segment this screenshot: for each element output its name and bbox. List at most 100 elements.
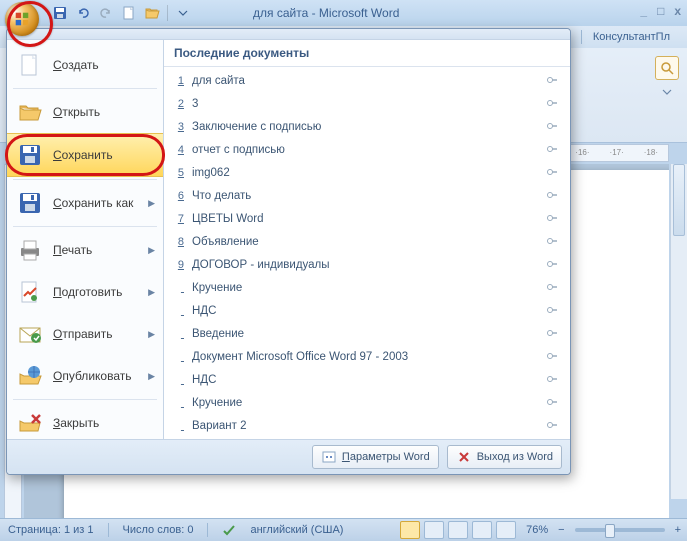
status-page[interactable]: Страница: 1 из 1	[8, 524, 94, 536]
view-full-screen-button[interactable]	[424, 521, 444, 539]
recent-document-item[interactable]: 23	[168, 92, 566, 115]
recent-doc-number	[174, 374, 184, 386]
exit-word-button[interactable]: Выход из Word	[447, 445, 562, 469]
qat-customize-button[interactable]	[173, 3, 193, 23]
zoom-slider-knob[interactable]	[605, 524, 615, 538]
close-window-button[interactable]: x	[674, 4, 681, 18]
recent-doc-number: 6	[174, 190, 184, 202]
pin-button[interactable]	[546, 212, 560, 226]
pin-button[interactable]	[546, 258, 560, 272]
pin-button[interactable]	[546, 120, 560, 134]
zoom-out-button[interactable]: −	[558, 524, 564, 536]
recent-document-item[interactable]: Кручение	[168, 276, 566, 299]
menu-item-save[interactable]: Сохранить	[7, 133, 163, 177]
pin-button[interactable]	[546, 373, 560, 387]
office-button[interactable]	[5, 2, 43, 40]
word-options-button[interactable]: Параметры Word	[312, 445, 439, 469]
qat-save-button[interactable]	[50, 3, 70, 23]
ribbon-tab-consultant[interactable]: КонсультантПл	[586, 28, 677, 46]
pin-icon	[546, 350, 558, 362]
pin-icon	[546, 120, 558, 132]
pin-button[interactable]	[546, 74, 560, 88]
minimize-button[interactable]: _	[640, 4, 647, 18]
recent-document-item[interactable]: 4отчет с подписью	[168, 138, 566, 161]
recent-doc-number	[174, 305, 184, 317]
pin-button[interactable]	[546, 281, 560, 295]
recent-document-item[interactable]: Введение	[168, 322, 566, 345]
chevron-down-icon	[175, 5, 191, 21]
qat-new-button[interactable]	[119, 3, 139, 23]
menu-item-close[interactable]: Закрыть	[7, 402, 163, 444]
recent-document-item[interactable]: Документ Microsoft Office Word 97 - 2003	[168, 345, 566, 368]
menu-item-publish[interactable]: Опубликовать▶	[7, 355, 163, 397]
office-menu-footer: Параметры Word Выход из Word	[7, 439, 570, 474]
recent-document-item[interactable]: Кручение	[168, 391, 566, 414]
pin-button[interactable]	[546, 419, 560, 433]
recent-doc-name: Введение	[192, 328, 538, 340]
statusbar: Страница: 1 из 1 Число слов: 0 английски…	[0, 518, 687, 541]
pin-button[interactable]	[546, 396, 560, 410]
close-icon	[15, 408, 45, 438]
submenu-arrow-icon: ▶	[148, 287, 155, 298]
maximize-button[interactable]: □	[657, 4, 664, 18]
recent-document-item[interactable]: Вариант 2	[168, 414, 566, 437]
window-controls: _ □ x	[640, 4, 681, 18]
zoom-level[interactable]: 76%	[526, 524, 548, 536]
search-icon	[659, 60, 675, 76]
pin-button[interactable]	[546, 350, 560, 364]
print-icon	[15, 235, 45, 265]
view-outline-button[interactable]	[472, 521, 492, 539]
status-wordcount[interactable]: Число слов: 0	[123, 524, 194, 536]
recent-document-item[interactable]: НДС	[168, 299, 566, 322]
view-print-layout-button[interactable]	[400, 521, 420, 539]
recent-doc-name: для сайта	[192, 75, 538, 87]
menu-item-new[interactable]: Создать	[7, 44, 163, 86]
recent-document-item[interactable]: 9ДОГОВОР - индивидуалы	[168, 253, 566, 276]
pin-button[interactable]	[546, 143, 560, 157]
prepare-icon	[15, 277, 45, 307]
chevron-down-icon[interactable]	[659, 84, 675, 100]
status-language[interactable]: английский (США)	[250, 524, 343, 536]
pin-button[interactable]	[546, 97, 560, 111]
menu-item-label: Создать	[53, 58, 155, 72]
recent-document-item[interactable]: 1для сайта	[168, 69, 566, 92]
pin-button[interactable]	[546, 304, 560, 318]
zoom-in-button[interactable]: +	[675, 524, 681, 536]
view-web-layout-button[interactable]	[448, 521, 468, 539]
qat-undo-button[interactable]	[73, 3, 93, 23]
pin-icon	[546, 166, 558, 178]
office-button-highlight-circle	[7, 1, 53, 47]
recent-document-item[interactable]: 5img062	[168, 161, 566, 184]
recent-document-item[interactable]: НДС	[168, 368, 566, 391]
pin-button[interactable]	[546, 327, 560, 341]
pin-button[interactable]	[546, 166, 560, 180]
menu-item-saveas[interactable]: Сохранить как▶	[7, 182, 163, 224]
view-draft-button[interactable]	[496, 521, 516, 539]
recent-doc-name: img062	[192, 167, 538, 179]
submenu-arrow-icon: ▶	[148, 329, 155, 340]
qat-open-button[interactable]	[142, 3, 162, 23]
spellcheck-icon[interactable]	[222, 523, 236, 537]
menu-item-open[interactable]: Открыть	[7, 91, 163, 133]
qat-redo-button[interactable]	[96, 3, 116, 23]
recent-document-item[interactable]: 7ЦВЕТЫ Word	[168, 207, 566, 230]
menu-item-label: Отправить	[53, 327, 140, 341]
pin-button[interactable]	[546, 189, 560, 203]
recent-document-item[interactable]: 6Что делать	[168, 184, 566, 207]
vertical-scrollbar[interactable]	[670, 164, 687, 499]
search-button[interactable]	[655, 56, 679, 80]
menu-item-prepare[interactable]: Подготовить▶	[7, 271, 163, 313]
menu-item-send[interactable]: Отправить ▶	[7, 313, 163, 355]
recent-doc-number	[174, 420, 184, 432]
recent-doc-name: отчет с подписью	[192, 144, 538, 156]
zoom-slider[interactable]	[575, 528, 665, 532]
scroll-thumb[interactable]	[673, 164, 685, 236]
pin-button[interactable]	[546, 235, 560, 249]
menu-item-label: Опубликовать	[53, 369, 140, 383]
recent-document-item[interactable]: 3Заключение с подписью	[168, 115, 566, 138]
office-menu: Создать ОткрытьСохранить Сохранить как▶ Печ…	[6, 28, 571, 475]
recent-document-item[interactable]: 8Объявление	[168, 230, 566, 253]
folder-open-icon	[144, 5, 160, 21]
menu-item-print[interactable]: Печать▶	[7, 229, 163, 271]
saveas-icon	[15, 188, 45, 218]
